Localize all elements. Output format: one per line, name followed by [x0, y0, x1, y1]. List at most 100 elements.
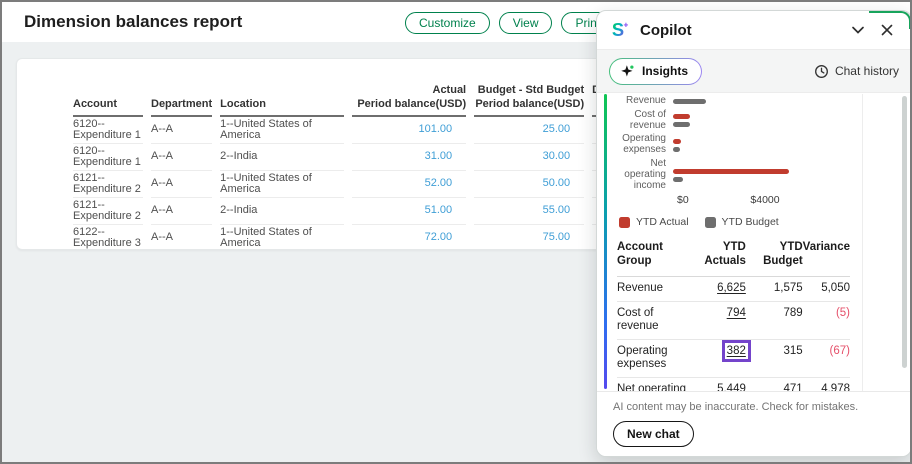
chart-category-label: Operating expenses [617, 134, 673, 156]
table-row: 6120--Expenditure 1 A--A 2--India 31.00 30.0… [73, 144, 662, 171]
account-cell: 6121--Expenditure 2 [73, 171, 143, 198]
close-panel-button[interactable] [877, 20, 897, 40]
chart-x-axis: $0 $4000 [680, 194, 850, 207]
copilot-footer: AI content may be inaccurate. Check for … [597, 391, 911, 456]
bar-ytd-budget [673, 99, 706, 104]
customize-button[interactable]: Customize [405, 12, 490, 34]
scrollbar-thumb[interactable] [902, 96, 907, 368]
budget-value-link[interactable]: 75.00 [543, 231, 571, 243]
page-title: Dimension balances report [24, 12, 242, 32]
department-cell: A--A [151, 198, 212, 225]
copilot-title: Copilot [640, 22, 692, 39]
svg-text:+: + [624, 20, 629, 30]
account-cell: 6120--Expenditure 1 [73, 144, 143, 171]
insight-col-account-group: Account Group [617, 239, 687, 276]
department-cell: A--A [151, 171, 212, 198]
insight-row: Cost of revenue 794789(5) [617, 301, 850, 339]
ytd-actual-link[interactable]: 6,625 [717, 282, 746, 294]
location-cell: 2--India [220, 198, 344, 225]
column-header-location: Location [220, 83, 344, 117]
table-row: 6120--Expenditure 1 A--A 1--United States … [73, 117, 662, 144]
insight-message-card: RevenueCost of revenueOperating expenses… [607, 94, 863, 391]
view-button[interactable]: View [499, 12, 553, 34]
bar-ytd-actual [673, 139, 681, 144]
insights-label: Insights [642, 64, 688, 78]
insight-row: Net operating income5,4494714,978 [617, 377, 850, 391]
chart-category-row: Cost of revenue [617, 110, 850, 132]
insight-row: Operating expenses382315(67) [617, 339, 850, 377]
variance-cell: (5) [803, 301, 850, 339]
budget-value-link[interactable]: 55.00 [543, 204, 571, 216]
axis-tick-label: $4000 [750, 194, 779, 206]
location-cell: 2--India [220, 144, 344, 171]
chat-history-label: Chat history [835, 64, 899, 78]
insights-button[interactable]: Insights [609, 58, 702, 85]
actual-value-link[interactable]: 101.00 [418, 123, 452, 135]
location-cell: 1--United States of America [220, 117, 344, 144]
column-header-budget: Budget - Std Budget Period balance(USD) [474, 83, 584, 117]
ytd-actual-link[interactable]: 5,449 [717, 383, 746, 391]
copilot-logo-icon: S + [611, 20, 631, 40]
budget-value-link[interactable]: 25.00 [543, 123, 571, 135]
actual-value-link[interactable]: 72.00 [425, 231, 453, 243]
report-table-body: 6120--Expenditure 1 A--A 1--United States … [73, 117, 662, 250]
close-icon [879, 22, 895, 38]
bar-ytd-budget [673, 122, 690, 127]
insight-table: Account Group YTD Actuals YTD Budget Var… [617, 239, 850, 391]
chart-category-row: Revenue [617, 96, 850, 107]
insight-col-variance: Variance [803, 239, 850, 276]
insight-col-ytd-budget: YTD Budget [746, 239, 803, 276]
ytd-budget-cell: 315 [746, 339, 803, 377]
legend-swatch [705, 217, 716, 228]
actual-value-link[interactable]: 51.00 [425, 204, 453, 216]
insight-col-ytd-actuals: YTD Actuals [687, 239, 746, 276]
variance-cell: 4,978 [803, 377, 850, 391]
budget-value-link[interactable]: 30.00 [543, 150, 571, 162]
dimension-balances-table: Account Department Location Actual Perio… [65, 83, 670, 250]
ytd-budget-cell: 1,575 [746, 276, 803, 301]
column-header-actual: Actual Period balance(USD) [352, 83, 466, 117]
message-gradient-accent [604, 94, 607, 389]
chart-category-label: Net operating income [617, 159, 673, 191]
actual-value-link[interactable]: 31.00 [425, 150, 453, 162]
copilot-message-area: RevenueCost of revenueOperating expenses… [597, 94, 911, 391]
account-group-cell: Revenue [617, 276, 687, 301]
sparkle-icon [620, 64, 635, 79]
clock-icon [814, 64, 829, 79]
account-cell: 6120--Expenditure 1 [73, 117, 143, 144]
variance-cell: (67) [803, 339, 850, 377]
collapse-panel-button[interactable] [848, 20, 868, 40]
ytd-budget-cell: 471 [746, 377, 803, 391]
insights-toolbar: Insights Chat history [597, 49, 911, 93]
table-header-row: Account Department Location Actual Perio… [73, 83, 662, 117]
budget-value-link[interactable]: 50.00 [543, 177, 571, 189]
ytd-budget-cell: 789 [746, 301, 803, 339]
ytd-actual-link[interactable]: 794 [727, 307, 746, 319]
bar-ytd-actual [673, 114, 690, 119]
svg-text:S: S [612, 20, 624, 40]
table-row: 6121--Expenditure 2 A--A 1--United States … [73, 171, 662, 198]
axis-tick-label: $0 [677, 194, 689, 206]
chart-category-row: Net operating income [617, 159, 850, 191]
chat-history-button[interactable]: Chat history [814, 64, 899, 79]
bar-ytd-budget [673, 147, 680, 152]
ytd-chart: Revenue Cost of revenueOperating expenses… [617, 96, 850, 191]
ytd-actual-link-highlighted[interactable]: 382 [727, 345, 746, 357]
bar-ytd-budget [673, 177, 683, 182]
department-cell: A--A [151, 117, 212, 144]
column-header-account: Account [73, 83, 143, 117]
table-row: 6122--Expenditure 3A--A1--United States … [73, 225, 662, 250]
chevron-down-icon [850, 22, 866, 38]
insight-row: Revenue 6,6251,5755,050 [617, 276, 850, 301]
actual-value-link[interactable]: 52.00 [425, 177, 453, 189]
department-cell: A--A [151, 144, 212, 171]
bar-ytd-actual [673, 169, 789, 174]
chart-category-label: Revenue [617, 96, 673, 107]
account-group-cell: Cost of revenue [617, 301, 687, 339]
column-header-department: Department [151, 83, 212, 117]
new-chat-button[interactable]: New chat [613, 421, 694, 447]
legend-item: YTD Budget [705, 216, 779, 228]
variance-cell: 5,050 [803, 276, 850, 301]
location-cell: 1--United States of America [220, 171, 344, 198]
legend-item: YTD Actual [619, 216, 689, 228]
